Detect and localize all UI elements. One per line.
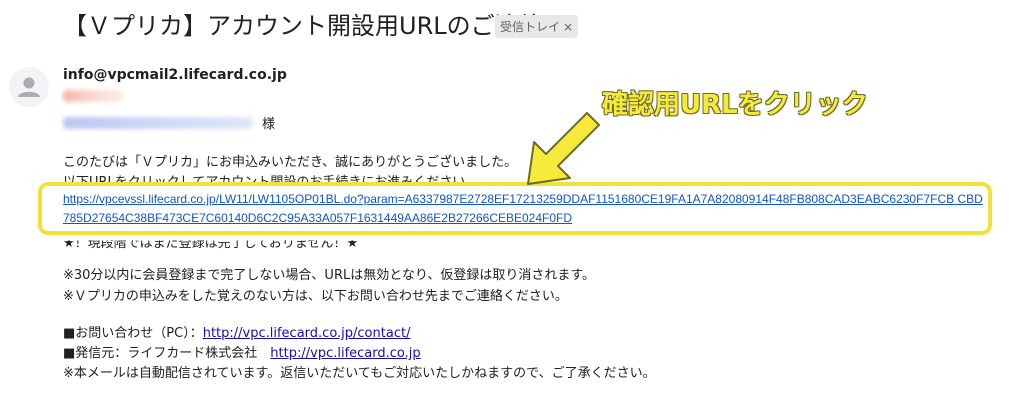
callout-label: 確認用URLをクリック bbox=[602, 90, 868, 120]
inbox-label-text: 受信トレイ bbox=[500, 20, 561, 34]
label-close-icon[interactable]: × bbox=[563, 20, 573, 34]
notice-unknown: ※Ｖプリカの申込みをした覚えのない方は、以下お問い合わせ先までご連絡ください。 bbox=[63, 289, 568, 304]
avatar[interactable] bbox=[9, 67, 49, 107]
from-line: ■発信元：ライフカード株式会社 http://vpc.lifecard.co.j… bbox=[63, 342, 421, 361]
redacted-recipient-name bbox=[63, 117, 253, 129]
verification-link-line2[interactable]: 785D27654C38BF473CE7C60140D6C2C95A33A057… bbox=[63, 211, 572, 225]
recipient-honorific: 様 bbox=[262, 117, 276, 132]
person-icon bbox=[18, 77, 40, 97]
email-subject: 【Ｖプリカ】アカウント開設用URLのご連絡 bbox=[63, 12, 543, 40]
sender-email[interactable]: info@vpcmail2.lifecard.co.jp bbox=[63, 67, 287, 83]
contact-label: ■お問い合わせ（PC）： bbox=[63, 326, 203, 341]
auto-notice: ※本メールは自動配信されています。返信いただいてもご対応いたしかねますので、ご了… bbox=[63, 366, 656, 381]
link-highlight-box: https://vpcevssl.lifecard.co.jp/LW11/LW1… bbox=[38, 182, 992, 235]
contact-link[interactable]: http://vpc.lifecard.co.jp/contact/ bbox=[203, 326, 411, 341]
verification-link-line1[interactable]: https://vpcevssl.lifecard.co.jp/LW11/LW1… bbox=[63, 192, 983, 206]
greeting-text: このたびは「Ｖプリカ」にお申込みいただき、誠にありがとうございました。 bbox=[63, 155, 518, 170]
contact-line: ■お問い合わせ（PC）：http://vpc.lifecard.co.jp/co… bbox=[63, 322, 410, 341]
redacted-recipient bbox=[63, 90, 123, 102]
notice-expiry: ※30分以内に会員登録まで完了しない場合、URLは無効となり、仮登録は取り消され… bbox=[63, 268, 596, 283]
arrow-icon bbox=[527, 112, 600, 185]
from-label: ■発信元：ライフカード株式会社 bbox=[63, 346, 271, 361]
from-link[interactable]: http://vpc.lifecard.co.jp bbox=[270, 346, 420, 361]
inbox-label-badge[interactable]: 受信トレイ × bbox=[495, 15, 579, 38]
